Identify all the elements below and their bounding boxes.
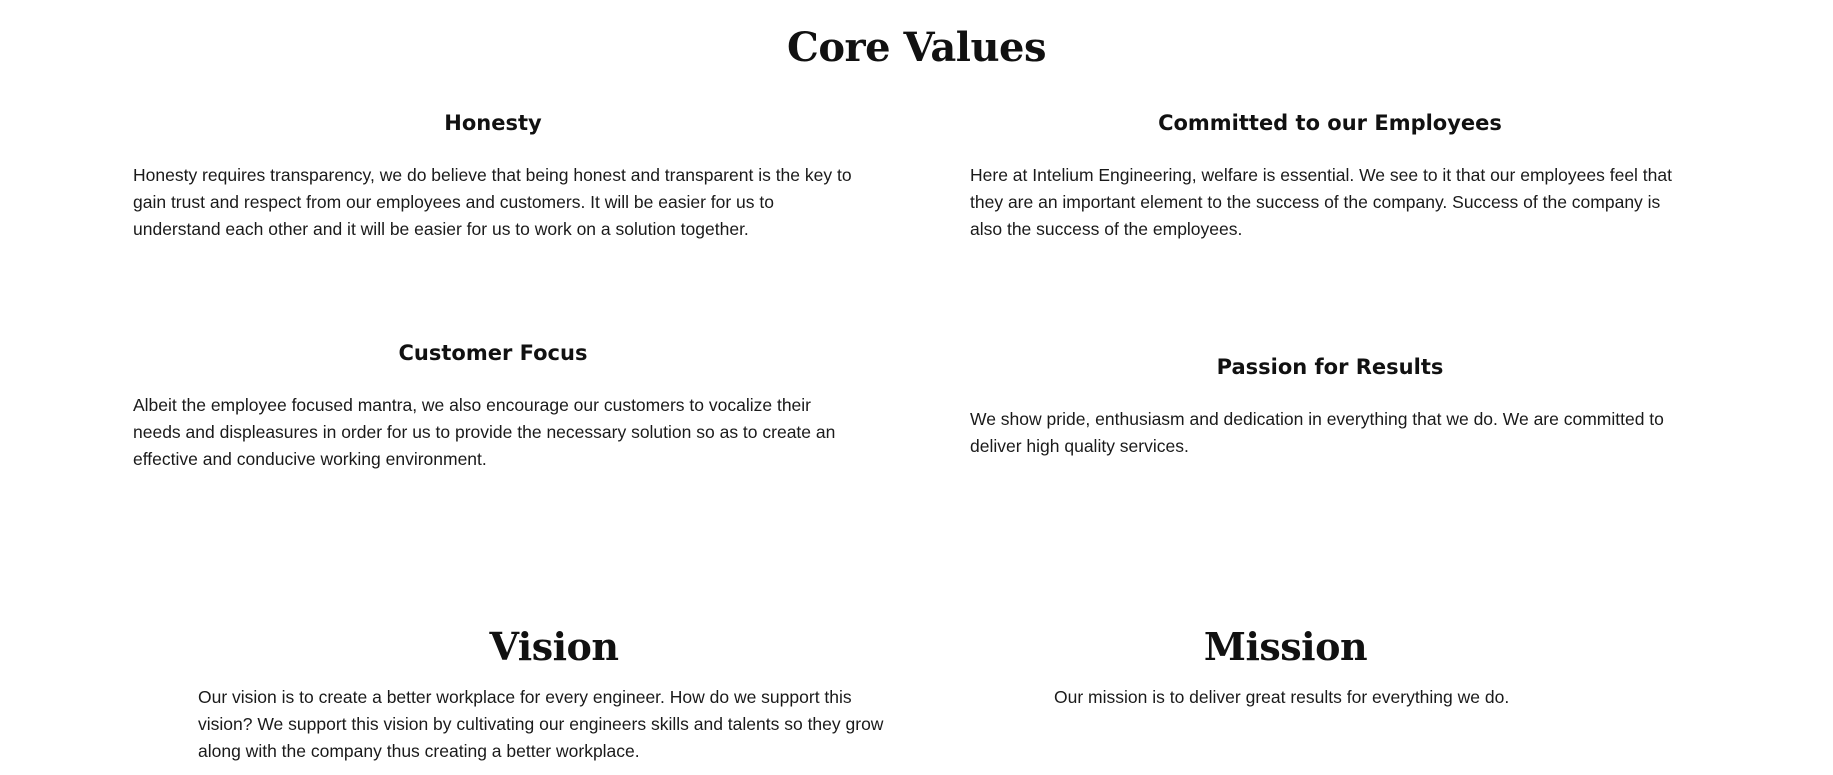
value-heading-passion-for-results: Passion for Results xyxy=(1216,355,1444,379)
value-passion-for-results: Passion for Results We show pride, enthu… xyxy=(970,352,1690,460)
mission-heading: Mission xyxy=(1203,624,1368,669)
value-committed-to-employees: Committed to our Employees Here at Intel… xyxy=(970,108,1690,243)
vision-heading: Vision xyxy=(489,624,619,669)
value-text-committed-to-employees: Here at Intelium Engineering, welfare is… xyxy=(970,165,1672,239)
mission-text: Our mission is to deliver great results … xyxy=(1054,687,1510,707)
mission-section: Mission Our mission is to deliver great … xyxy=(1054,622,1517,711)
value-customer-focus: Customer Focus Albeit the employee focus… xyxy=(133,338,853,473)
value-text-honesty: Honesty requires transparency, we do bel… xyxy=(133,165,852,239)
value-heading-customer-focus: Customer Focus xyxy=(398,341,588,365)
value-text-passion-for-results: We show pride, enthusiasm and dedication… xyxy=(970,409,1664,456)
vision-section: Vision Our vision is to create a better … xyxy=(198,622,910,765)
value-heading-committed-to-employees: Committed to our Employees xyxy=(1158,111,1502,135)
value-heading-honesty: Honesty xyxy=(444,111,542,135)
vision-text: Our vision is to create a better workpla… xyxy=(198,687,884,761)
value-text-customer-focus: Albeit the employee focused mantra, we a… xyxy=(133,395,836,469)
core-values-title: Core Values xyxy=(787,24,1047,71)
value-honesty: Honesty Honesty requires transparency, w… xyxy=(133,108,853,243)
